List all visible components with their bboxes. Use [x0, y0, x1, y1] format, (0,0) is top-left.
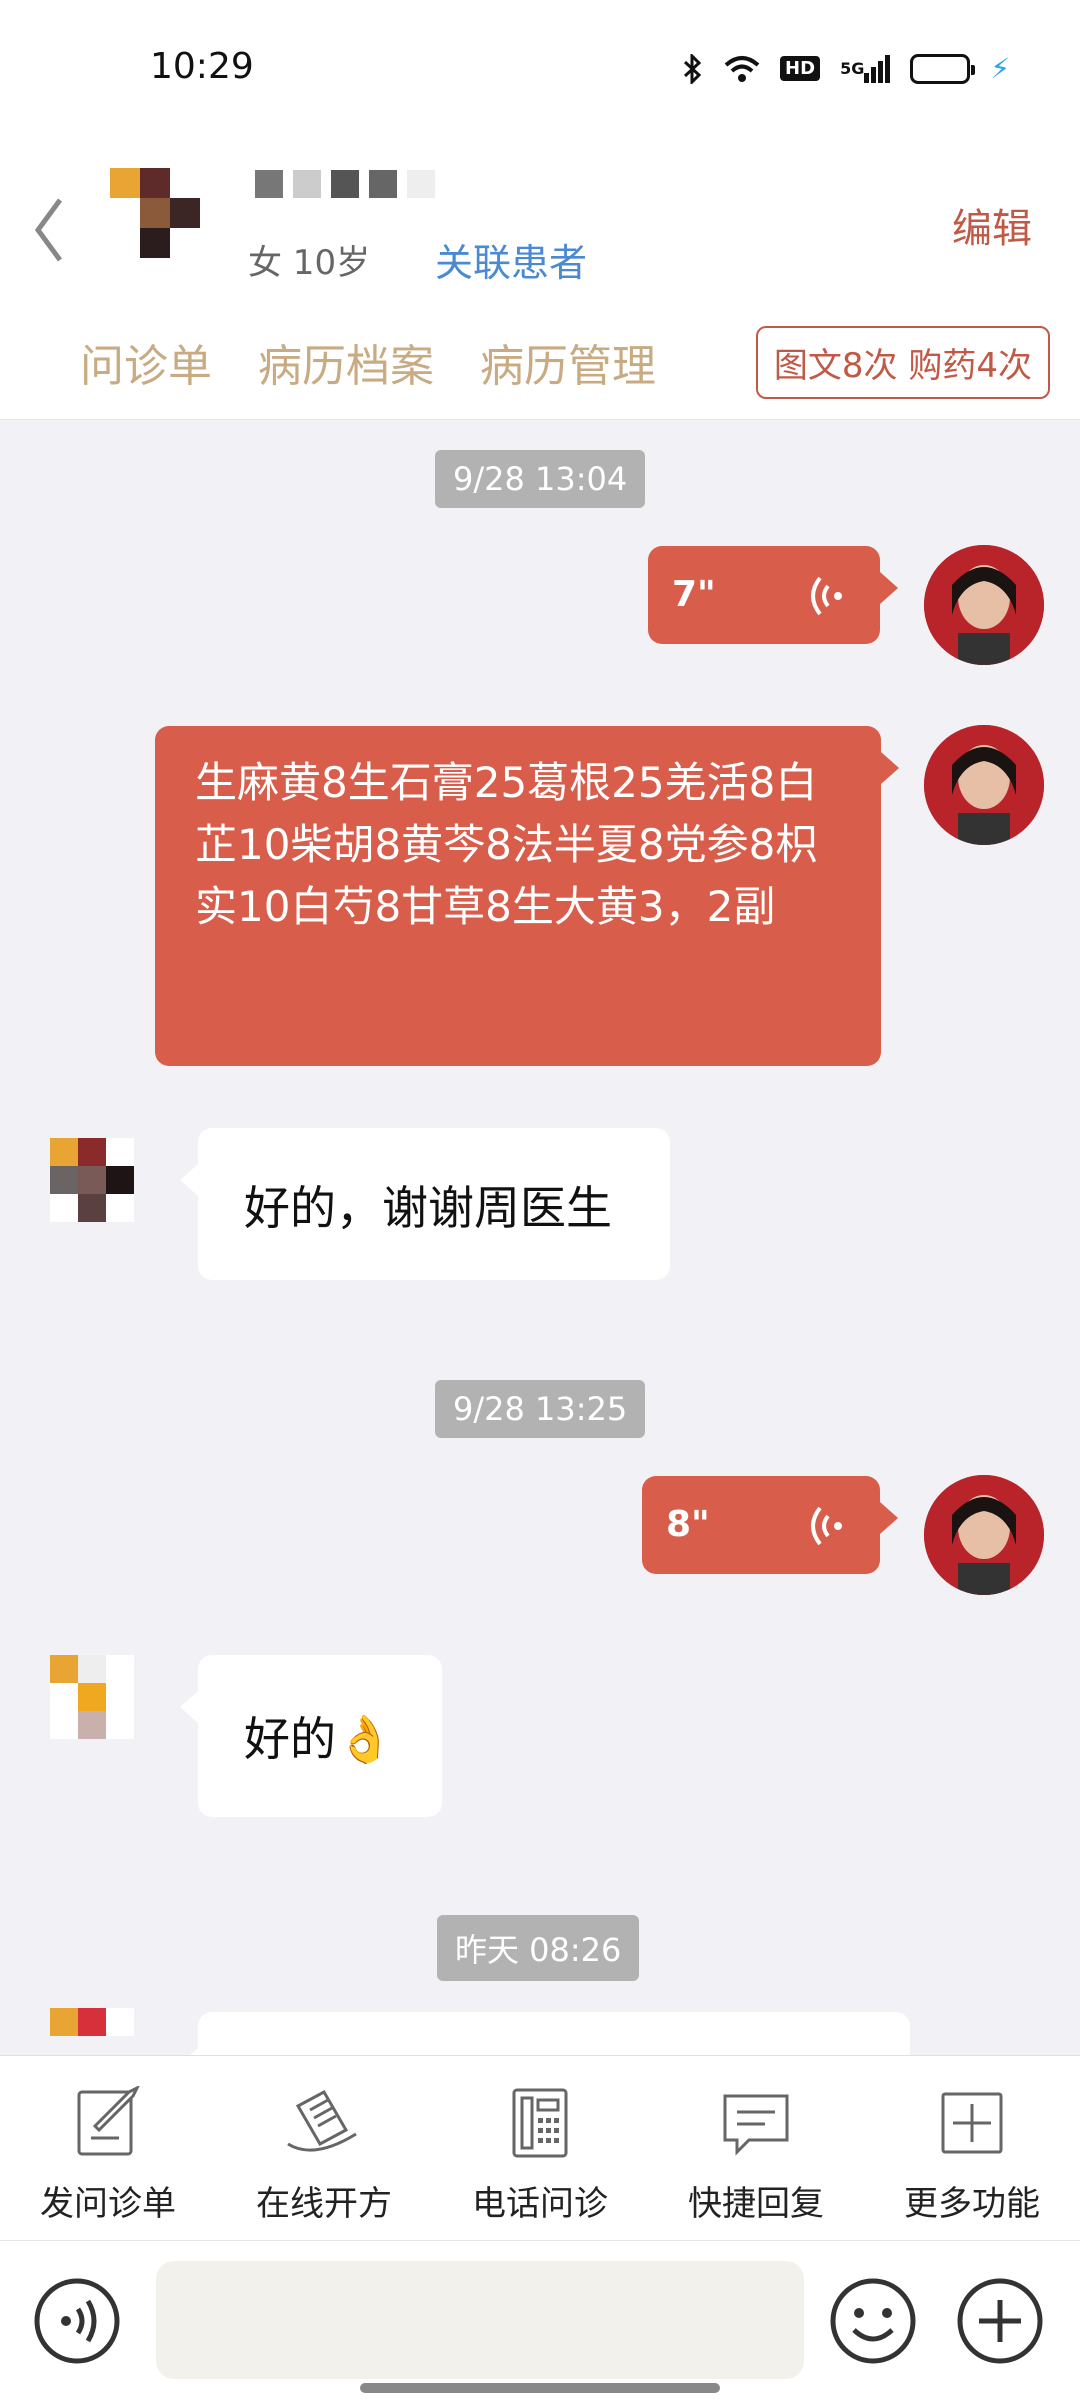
message-input[interactable] — [156, 2261, 804, 2379]
tool-label: 更多功能 — [904, 2184, 1040, 2224]
patient-avatar[interactable] — [50, 1138, 134, 1222]
patient-avatar[interactable] — [50, 1655, 134, 1739]
online-prescription-button[interactable]: 在线开方 — [216, 2056, 432, 2240]
voice-message[interactable]: 8" — [642, 1476, 898, 1574]
voice-wave-icon — [811, 576, 842, 616]
doctor-avatar[interactable] — [924, 545, 1044, 665]
add-icon[interactable] — [955, 2276, 1045, 2366]
hd-icon: HD — [780, 56, 821, 81]
battery-icon — [910, 53, 976, 84]
more-functions-button[interactable]: 更多功能 — [864, 2056, 1080, 2240]
send-form-button[interactable]: 发问诊单 — [0, 2056, 216, 2240]
voice-duration: 7" — [672, 574, 716, 615]
patient-message[interactable]: 好的👌 — [180, 1655, 442, 1817]
prescription-text: 生麻黄8生石膏25葛根25羌活8白芷10柴胡8黄芩8法半夏8党参8枳实10白芍8… — [195, 758, 818, 931]
timestamp: 昨天 08:26 — [437, 1915, 640, 1981]
function-toolbar: 发问诊单 在线开方 电话问诊 快捷回复 更多功能 — [0, 2055, 1080, 2240]
status-bar: 10:29 HD 5G ⚡ — [0, 0, 1080, 140]
patient-message[interactable]: 好的，谢谢周医生 — [180, 1128, 670, 1280]
tool-label: 电话问诊 — [472, 2184, 608, 2224]
input-bar — [0, 2240, 1080, 2400]
header-tabs: 问诊单 病历档案 病历管理 — [80, 330, 656, 394]
plus-square-icon — [941, 2092, 1003, 2154]
prescription-message[interactable]: 生麻黄8生石膏25葛根25羌活8白芷10柴胡8黄芩8法半夏8党参8枳实10白芍8… — [155, 726, 899, 1066]
tab-consultation-form[interactable]: 问诊单 — [80, 330, 212, 394]
bluetooth-icon — [682, 53, 704, 84]
wifi-icon — [724, 55, 760, 83]
edit-button[interactable]: 编辑 — [952, 196, 1032, 254]
charging-icon: ⚡ — [990, 52, 1010, 85]
network-type: 5G — [840, 58, 865, 78]
form-icon — [77, 2086, 140, 2156]
tab-medical-records[interactable]: 病历档案 — [258, 330, 434, 394]
link-patient-link[interactable]: 关联患者 — [435, 232, 587, 287]
patient-message-partial[interactable] — [180, 2012, 910, 2080]
doctor-avatar[interactable] — [924, 1475, 1044, 1595]
voice-message[interactable]: 7" — [648, 546, 898, 644]
patient-avatar[interactable] — [110, 168, 200, 258]
tool-label: 发问诊单 — [40, 2184, 176, 2224]
home-indicator[interactable] — [360, 2383, 720, 2393]
quick-reply-button[interactable]: 快捷回复 — [648, 2056, 864, 2240]
voice-input-icon[interactable] — [32, 2276, 122, 2366]
patient-meta: 女 10岁 — [248, 243, 371, 283]
voice-wave-icon — [811, 1506, 842, 1546]
signal-icon: 5G — [840, 54, 891, 83]
phone-consult-button[interactable]: 电话问诊 — [432, 2056, 648, 2240]
phone-icon — [512, 2088, 568, 2158]
emoji-icon[interactable] — [828, 2276, 918, 2366]
doctor-avatar[interactable] — [924, 725, 1044, 845]
status-icons: HD 5G ⚡ — [682, 52, 1010, 85]
service-count-badge[interactable]: 图文8次 购药4次 — [755, 326, 1050, 399]
timestamp: 9/28 13:25 — [435, 1380, 646, 1438]
tool-label: 快捷回复 — [688, 2184, 824, 2224]
tool-label: 在线开方 — [256, 2184, 392, 2224]
tab-records-management[interactable]: 病历管理 — [480, 330, 656, 394]
patient-name-blurred — [255, 170, 435, 198]
timestamp: 9/28 13:04 — [435, 450, 646, 508]
back-icon[interactable] — [30, 190, 70, 270]
chat-header: 女 10岁 关联患者 编辑 问诊单 病历档案 病历管理 图文8次 购药4次 — [0, 140, 1080, 420]
voice-duration: 8" — [666, 1504, 710, 1545]
quick-reply-icon — [723, 2094, 789, 2156]
status-time: 10:29 — [150, 46, 254, 87]
prescription-icon — [287, 2089, 357, 2152]
